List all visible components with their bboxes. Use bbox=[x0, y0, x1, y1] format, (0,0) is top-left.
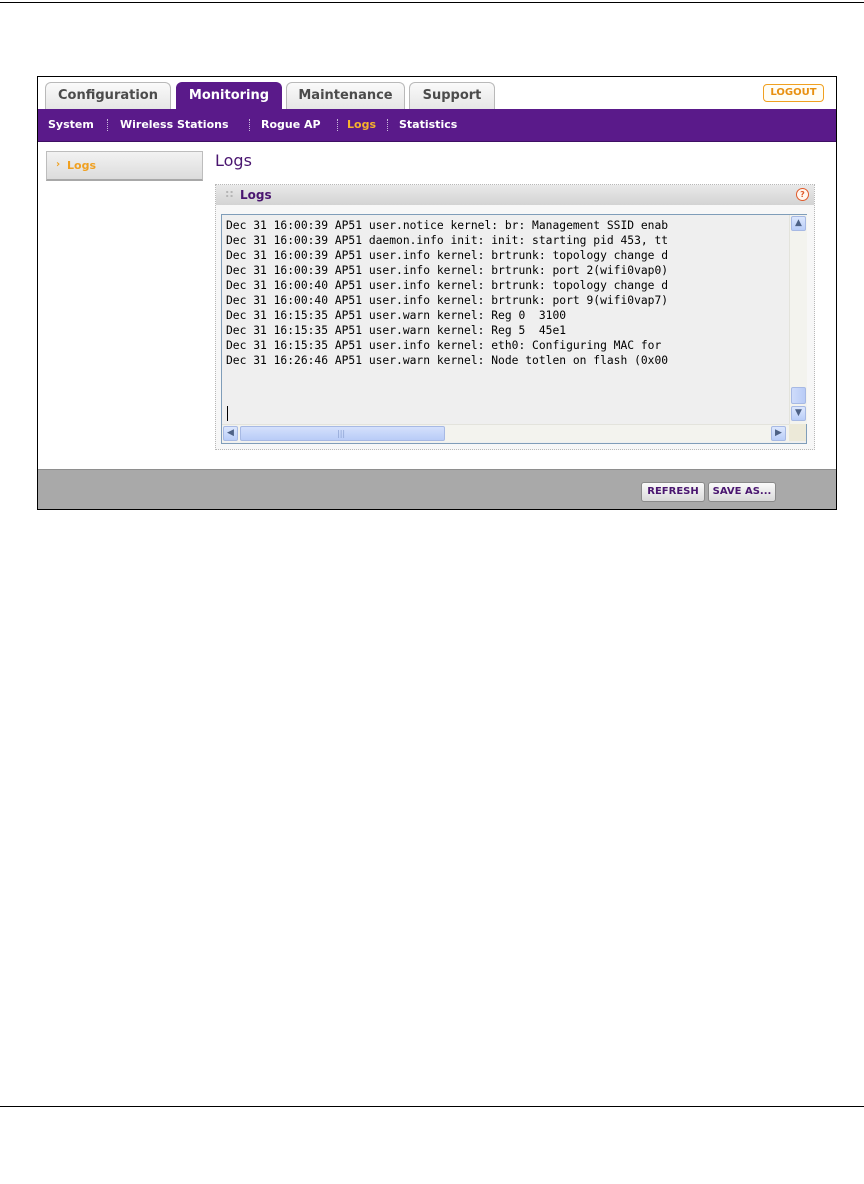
log-line: Dec 31 16:00:40 AP51 user.info kernel: b… bbox=[226, 279, 669, 292]
tab-support[interactable]: Support bbox=[409, 82, 495, 109]
save-as-button[interactable]: SAVE AS... bbox=[708, 482, 776, 502]
subnav-separator bbox=[337, 119, 338, 131]
scroll-down-icon[interactable]: ▼ bbox=[791, 406, 806, 421]
scroll-up-icon[interactable]: ▲ bbox=[791, 216, 806, 231]
log-line: Dec 31 16:00:39 AP51 user.notice kernel:… bbox=[226, 219, 669, 232]
action-bar: REFRESH SAVE AS... bbox=[38, 469, 836, 509]
tab-monitoring[interactable]: Monitoring bbox=[176, 82, 282, 110]
subnav-item-system[interactable]: System bbox=[48, 118, 94, 131]
refresh-button[interactable]: REFRESH bbox=[641, 482, 705, 502]
logout-button[interactable]: LOGOUT bbox=[763, 84, 824, 102]
subnav-item-statistics[interactable]: Statistics bbox=[399, 118, 457, 131]
logs-panel: :: Logs ? Dec 31 16:00:39 AP51 user.noti… bbox=[215, 184, 815, 450]
panel-title: Logs bbox=[240, 188, 272, 202]
tab-maintenance[interactable]: Maintenance bbox=[286, 82, 405, 109]
sub-navigation: System Wireless Stations Rogue AP Logs S… bbox=[38, 109, 836, 142]
horizontal-scrollbar[interactable]: ◀ ||| ▶ bbox=[222, 424, 789, 442]
grip-icon: ||| bbox=[337, 429, 346, 438]
page-top-rule bbox=[0, 2, 864, 3]
help-icon[interactable]: ? bbox=[796, 188, 809, 201]
log-line: Dec 31 16:15:35 AP51 user.info kernel: e… bbox=[226, 339, 662, 352]
log-line: Dec 31 16:15:35 AP51 user.warn kernel: R… bbox=[226, 309, 567, 322]
vertical-scroll-thumb[interactable] bbox=[791, 387, 806, 404]
page-title: Logs bbox=[215, 151, 252, 170]
main-tab-bar: Configuration Monitoring Maintenance Sup… bbox=[38, 77, 836, 110]
log-line: Dec 31 16:26:46 AP51 user.warn kernel: N… bbox=[226, 354, 669, 367]
subnav-separator bbox=[387, 119, 388, 131]
subnav-item-rogue-ap[interactable]: Rogue AP bbox=[261, 118, 321, 131]
tab-configuration[interactable]: Configuration bbox=[45, 82, 171, 109]
log-line: Dec 31 16:00:39 AP51 daemon.info init: i… bbox=[226, 234, 669, 247]
horizontal-scroll-thumb[interactable]: ||| bbox=[240, 426, 445, 441]
log-line: Dec 31 16:00:39 AP51 user.info kernel: b… bbox=[226, 264, 669, 277]
scroll-left-icon[interactable]: ◀ bbox=[223, 426, 238, 441]
scrollbar-corner bbox=[789, 424, 806, 441]
log-line: Dec 31 16:00:40 AP51 user.info kernel: b… bbox=[226, 294, 669, 307]
drag-grip-icon: :: bbox=[225, 187, 234, 200]
log-textarea[interactable]: Dec 31 16:00:39 AP51 user.notice kernel:… bbox=[221, 214, 807, 444]
log-line: Dec 31 16:00:39 AP51 user.info kernel: b… bbox=[226, 249, 669, 262]
subnav-item-wireless-stations[interactable]: Wireless Stations bbox=[120, 118, 229, 131]
page-bottom-rule bbox=[0, 1106, 864, 1107]
text-caret bbox=[227, 406, 228, 421]
subnav-separator bbox=[107, 119, 108, 131]
subnav-separator bbox=[249, 119, 250, 131]
log-line: Dec 31 16:15:35 AP51 user.warn kernel: R… bbox=[226, 324, 567, 337]
chevron-right-icon: › bbox=[56, 159, 61, 170]
scroll-right-icon[interactable]: ▶ bbox=[771, 426, 786, 441]
admin-window: Configuration Monitoring Maintenance Sup… bbox=[37, 76, 837, 510]
sidebar-item-label: Logs bbox=[67, 159, 96, 172]
log-lines: Dec 31 16:00:39 AP51 user.notice kernel:… bbox=[226, 218, 786, 408]
vertical-scrollbar[interactable]: ▲ ▼ bbox=[789, 215, 807, 424]
sidebar-item-logs[interactable]: › Logs bbox=[46, 151, 203, 181]
panel-header: :: Logs ? bbox=[216, 185, 814, 205]
subnav-item-logs[interactable]: Logs bbox=[347, 118, 376, 131]
